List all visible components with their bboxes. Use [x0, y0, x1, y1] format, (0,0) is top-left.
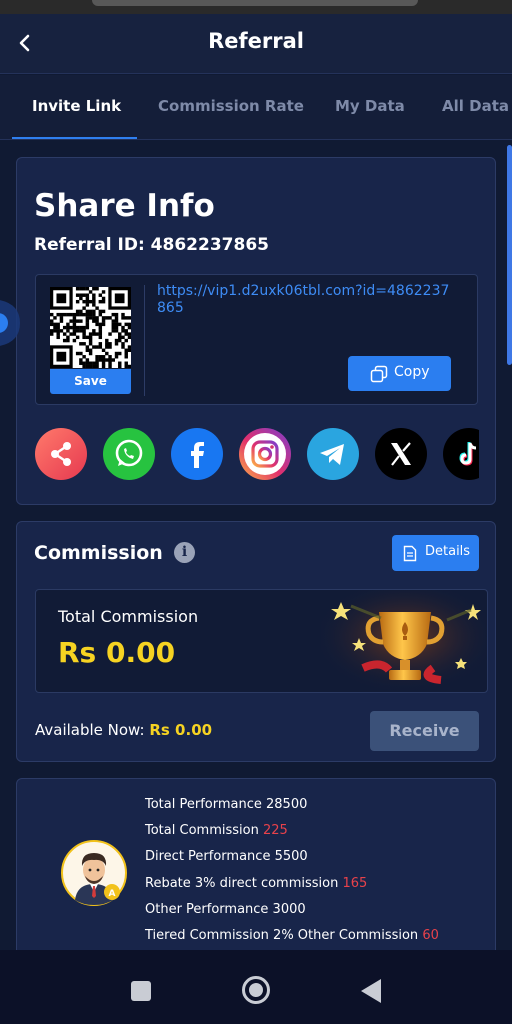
svg-text:A: A	[109, 889, 116, 899]
recent-apps-button[interactable]	[130, 980, 152, 1002]
header: Referral	[0, 14, 512, 74]
tiktok-icon	[443, 428, 479, 480]
facebook-button[interactable]	[171, 428, 223, 480]
whatsapp-icon	[103, 428, 155, 480]
tab-all-data[interactable]: All Data	[442, 97, 509, 115]
total-commission-value: Rs 0.00	[58, 636, 176, 669]
instagram-icon	[239, 428, 291, 480]
commission-card: Commission i Details Total Commission Rs…	[16, 521, 496, 762]
performance-label: Direct Performance 5500	[145, 849, 308, 865]
qr-code	[50, 287, 132, 369]
copy-label: Copy	[394, 364, 430, 380]
performance-value: 165	[342, 875, 368, 891]
x-button[interactable]	[375, 428, 427, 480]
details-button[interactable]: Details	[392, 535, 479, 571]
facebook-icon	[171, 428, 223, 480]
info-icon[interactable]: i	[174, 542, 195, 563]
available-label: Available Now:	[35, 721, 145, 739]
performance-label: Other Performance 3000	[145, 901, 306, 917]
save-qr-button[interactable]: Save	[50, 369, 131, 394]
performance-line: Other Performance 3000	[145, 902, 306, 917]
home-button[interactable]	[241, 975, 271, 1005]
scrollbar[interactable]	[507, 145, 512, 365]
performance-line: Tiered Commission 2% Other Commission 60	[145, 928, 439, 943]
notch	[92, 0, 418, 6]
performance-line: Rebate 3% direct commission 165	[145, 876, 367, 891]
system-nav-bar	[0, 950, 512, 1024]
back-nav-button[interactable]	[360, 978, 382, 1004]
x-icon	[375, 428, 427, 480]
invite-link-box: Save https://vip1.d2uxk06tbl.com?id=4862…	[35, 274, 478, 405]
telegram-icon	[307, 428, 359, 480]
performance-label: Total Commission	[145, 823, 259, 839]
page-title: Referral	[208, 29, 304, 53]
available-now: Available Now: Rs 0.00	[35, 721, 212, 739]
whatsapp-button[interactable]	[103, 428, 155, 480]
social-share-row	[35, 428, 479, 482]
active-tab-indicator	[12, 137, 137, 139]
total-commission-label: Total Commission	[58, 607, 199, 626]
performance-line: Direct Performance 5500	[145, 849, 308, 864]
performance-value: 225	[262, 823, 288, 839]
tiktok-button[interactable]	[443, 428, 479, 480]
instagram-button[interactable]	[239, 428, 291, 480]
share-button[interactable]	[35, 428, 87, 480]
referral-id: Referral ID: 4862237865	[34, 235, 269, 255]
invite-url[interactable]: https://vip1.d2uxk06tbl.com?id=486223786…	[157, 283, 457, 317]
document-icon	[403, 545, 417, 562]
copy-button[interactable]: Copy	[348, 356, 451, 391]
copy-icon	[370, 365, 388, 383]
telegram-button[interactable]	[307, 428, 359, 480]
avatar: A	[61, 840, 127, 906]
performance-line: Total Commission 225	[145, 823, 288, 838]
performance-label: Tiered Commission 2% Other Commission	[145, 928, 419, 943]
floating-assist-button[interactable]	[0, 297, 24, 349]
performance-label: Total Performance 28500	[145, 797, 308, 812]
available-value: Rs 0.00	[149, 721, 213, 739]
tab-invite-link[interactable]: Invite Link	[32, 97, 121, 115]
share-info-title: Share Info	[34, 188, 215, 224]
tab-commission-rate[interactable]: Commission Rate	[158, 97, 304, 115]
divider	[144, 285, 145, 396]
details-label: Details	[425, 544, 471, 559]
share-icon	[35, 428, 87, 480]
tab-bar: Invite Link Commission Rate My Data All …	[0, 75, 512, 140]
trophy-icon	[321, 590, 487, 692]
performance-label: Rebate 3% direct commission	[145, 875, 339, 891]
performance-value: 60	[422, 928, 439, 943]
receive-button[interactable]: Receive	[370, 711, 479, 751]
share-info-card: Share Info Referral ID: 4862237865 Save …	[16, 157, 496, 505]
performance-card: A Total Performance 28500 Total Commissio…	[16, 778, 496, 968]
total-commission-box: Total Commission Rs 0.00	[35, 589, 488, 693]
commission-title: Commission	[34, 542, 163, 564]
tab-my-data[interactable]: My Data	[335, 97, 405, 115]
performance-line: Total Performance 28500	[145, 797, 307, 812]
status-strip	[0, 0, 512, 14]
